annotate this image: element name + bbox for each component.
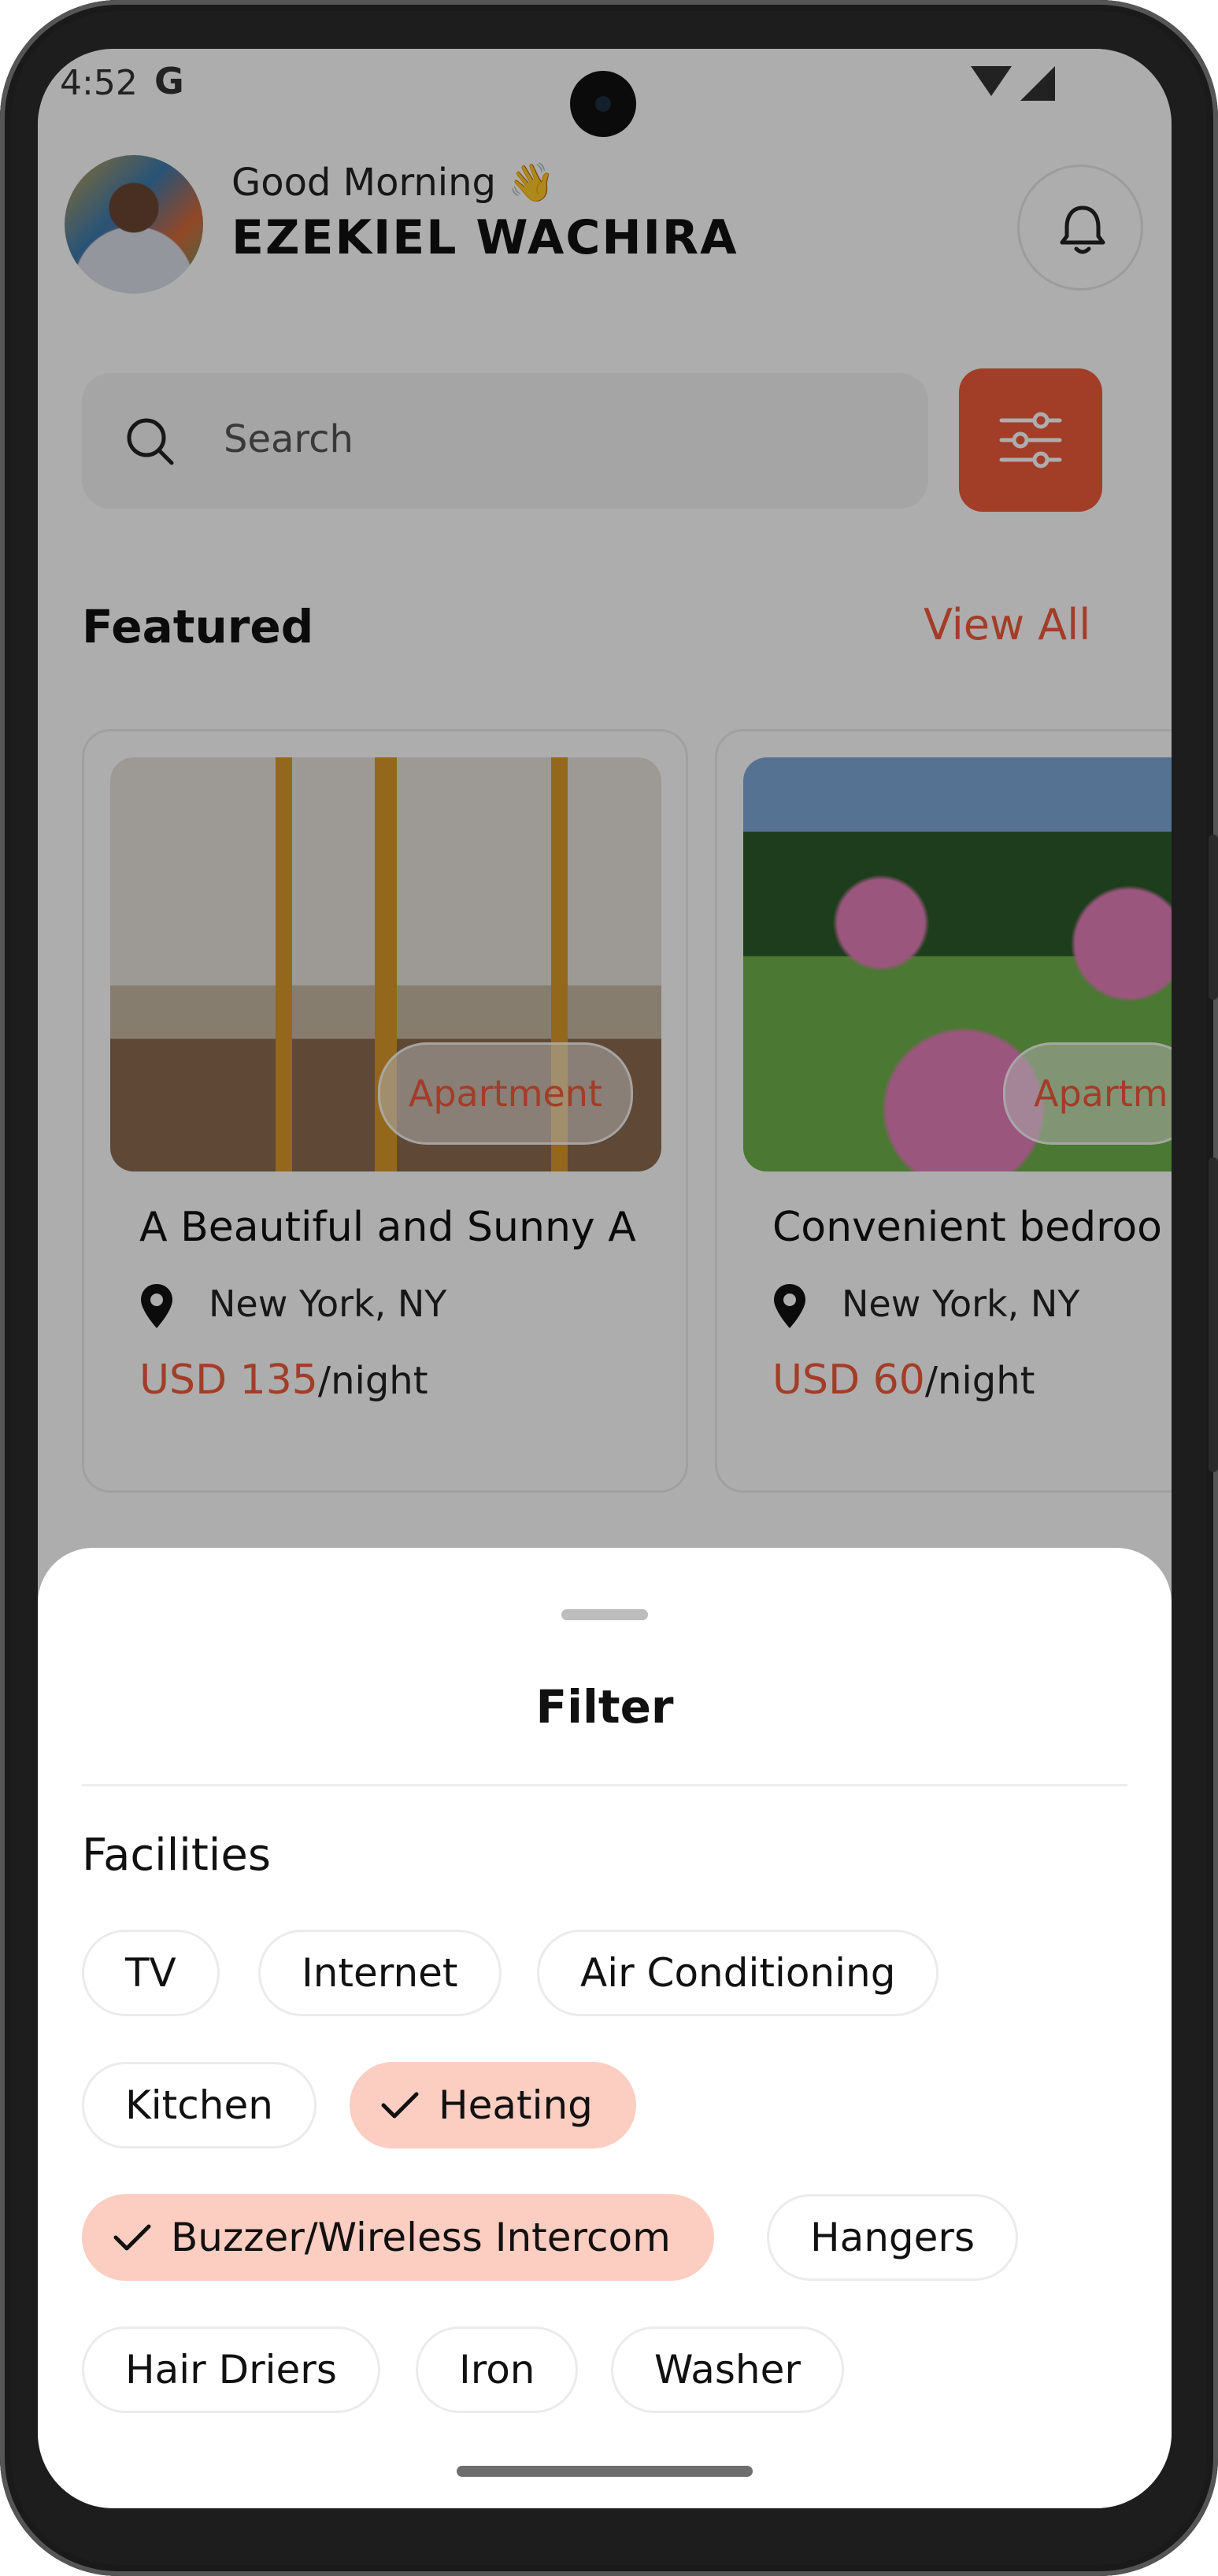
gesture-home-bar[interactable] (457, 2466, 753, 2477)
divider (82, 1784, 1127, 1786)
chip-label: TV (125, 1950, 176, 1996)
volume-button (1209, 1157, 1218, 1472)
chip-label: Internet (302, 1950, 458, 1996)
screen: 4:52 G Good Morning 👋 EZEKIEL WACHIRA Se… (38, 49, 1172, 2508)
chip-kitchen[interactable]: Kitchen (82, 2062, 317, 2149)
chip-hangers[interactable]: Hangers (767, 2194, 1019, 2281)
chip-heating[interactable]: Heating (350, 2062, 636, 2149)
check-icon (113, 2224, 151, 2250)
chip-iron[interactable]: Iron (416, 2326, 579, 2413)
chip-label: Hangers (810, 2215, 976, 2260)
chip-tv[interactable]: TV (82, 1930, 220, 2016)
chip-label: Buzzer/Wireless Intercom (171, 2215, 671, 2260)
chip-label: Heating (439, 2082, 593, 2128)
chip-air-conditioning[interactable]: Air Conditioning (537, 1930, 939, 2016)
filter-bottom-sheet: Filter Facilities TV Internet Air Condit… (38, 1548, 1172, 2508)
chip-label: Kitchen (125, 2082, 273, 2128)
facilities-heading: Facilities (82, 1830, 271, 1881)
chip-washer[interactable]: Washer (611, 2326, 844, 2413)
chip-label: Washer (654, 2347, 801, 2393)
power-button (1209, 835, 1218, 1000)
chip-label: Air Conditioning (580, 1950, 896, 1996)
chip-label: Iron (459, 2347, 535, 2393)
chip-internet[interactable]: Internet (258, 1930, 502, 2016)
sheet-title: Filter (535, 1680, 674, 1734)
chip-label: Hair Driers (125, 2347, 337, 2393)
sheet-drag-handle[interactable] (561, 1609, 648, 1620)
chip-buzzer-wireless-intercom[interactable]: Buzzer/Wireless Intercom (82, 2194, 714, 2281)
phone-frame: 4:52 G Good Morning 👋 EZEKIEL WACHIRA Se… (0, 0, 1218, 2576)
check-icon (381, 2092, 419, 2118)
chip-hair-driers[interactable]: Hair Driers (82, 2326, 380, 2413)
